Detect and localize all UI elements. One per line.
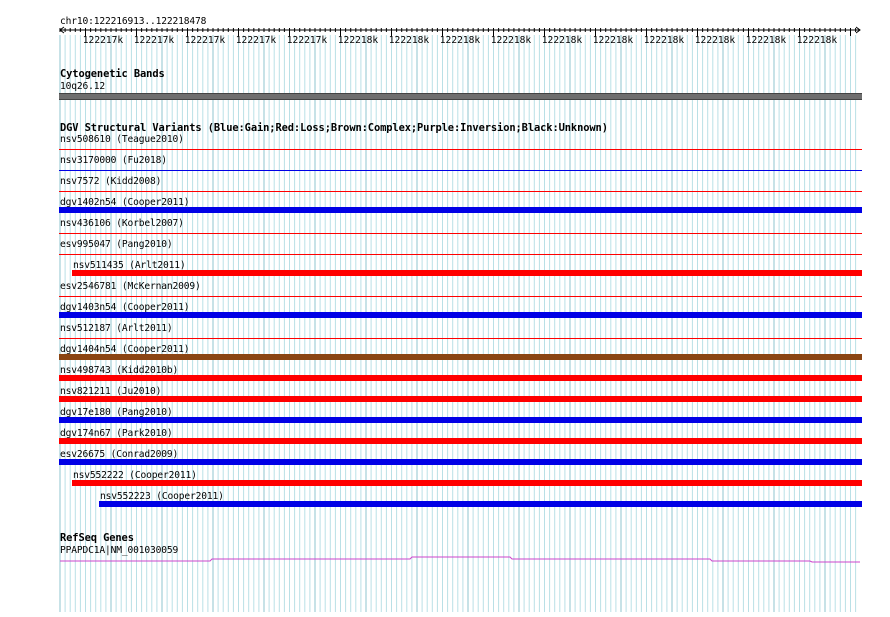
dgv-variant-bar[interactable] — [59, 207, 862, 213]
dgv-variant-bar[interactable] — [59, 338, 862, 339]
ruler-tick-label: 122217k — [82, 35, 124, 46]
ruler-tick-label: 122218k — [337, 35, 379, 46]
dgv-variant-bar[interactable] — [59, 191, 862, 192]
dgv-variant-label: esv995047 (Pang2010) — [60, 239, 173, 250]
dgv-variant-bar[interactable] — [72, 270, 862, 276]
refseq-track-title: RefSeq Genes — [60, 532, 134, 544]
dgv-variant-bar[interactable] — [59, 170, 862, 171]
cytoband-label: 10q26.12 — [60, 81, 106, 92]
dgv-variant-bar[interactable] — [59, 233, 862, 234]
dgv-variant-bar[interactable] — [59, 254, 862, 255]
ruler-tick-label: 122217k — [286, 35, 328, 46]
ruler-tick-label: 122218k — [490, 35, 532, 46]
dgv-variant-bar[interactable] — [59, 417, 862, 423]
cytoband-bar[interactable] — [59, 93, 862, 100]
ruler-tick-label: 122218k — [439, 35, 481, 46]
dgv-variant-bar[interactable] — [59, 375, 862, 381]
dgv-variant-label: esv2546781 (McKernan2009) — [60, 281, 201, 292]
dgv-variant-bar[interactable] — [59, 459, 862, 465]
ruler-tick-label: 122217k — [184, 35, 226, 46]
dgv-variant-bar[interactable] — [59, 438, 862, 444]
dgv-variant-label: nsv436106 (Korbel2007) — [60, 218, 184, 229]
ruler-tick-label: 122218k — [694, 35, 736, 46]
ruler-tick-label: 122217k — [133, 35, 175, 46]
dgv-variant-bar[interactable] — [72, 480, 862, 486]
dgv-variant-label: nsv508610 (Teague2010) — [60, 134, 184, 145]
ruler-tick-label: 122218k — [643, 35, 685, 46]
dgv-variant-bar[interactable] — [59, 149, 862, 150]
dgv-variant-bar[interactable] — [59, 296, 862, 297]
refseq-gene-model[interactable] — [0, 552, 890, 566]
ruler-tick-label: 122218k — [388, 35, 430, 46]
dgv-variant-label: nsv3170000 (Fu2018) — [60, 155, 167, 166]
refseq-gene-line[interactable] — [60, 556, 860, 563]
dgv-variant-bar[interactable] — [59, 312, 862, 318]
ruler-tick-label: 122218k — [541, 35, 583, 46]
dgv-variant-bar[interactable] — [59, 354, 862, 360]
dgv-variant-label: nsv7572 (Kidd2008) — [60, 176, 162, 187]
ruler-tick-label: 122218k — [592, 35, 634, 46]
ruler-tick-label: 122217k — [235, 35, 277, 46]
dgv-variant-bar[interactable] — [99, 501, 862, 507]
dgv-track-title: DGV Structural Variants (Blue:Gain;Red:L… — [60, 122, 608, 134]
cytoband-track-title: Cytogenetic Bands — [60, 68, 165, 80]
ruler-tick-label: 122218k — [745, 35, 787, 46]
ruler-tick-label: 122218k — [796, 35, 838, 46]
ruler-coord-label: chr10:122216913..122218478 — [60, 16, 207, 27]
dgv-variant-bar[interactable] — [59, 396, 862, 402]
dgv-variant-label: nsv512187 (Arlt2011) — [60, 323, 173, 334]
